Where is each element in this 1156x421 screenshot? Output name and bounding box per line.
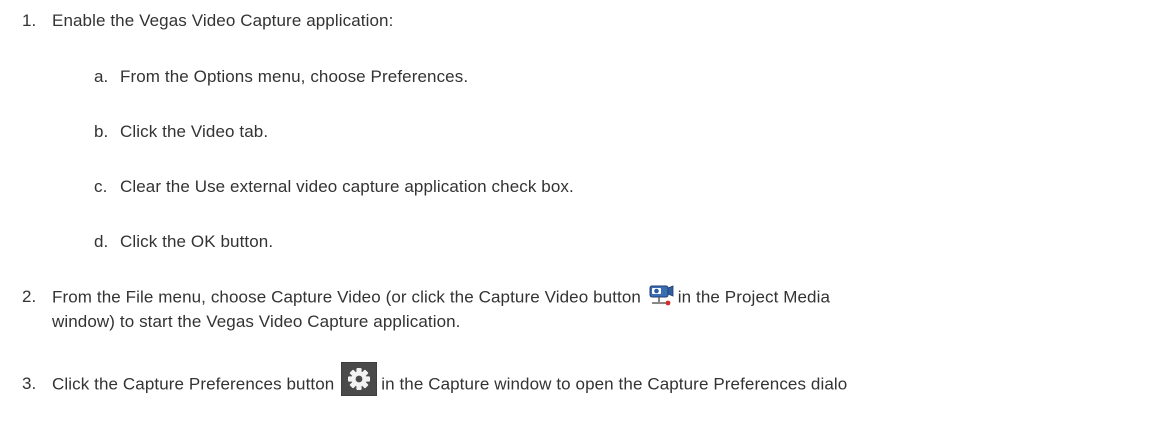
substep-letter: d.: [94, 232, 109, 251]
substep-b: b. Click the Video tab.: [94, 121, 268, 143]
step-number: 1.: [22, 11, 37, 30]
substep-letter: c.: [94, 177, 108, 196]
capture-video-camera-icon: [648, 283, 674, 307]
step-text: Enable the Vegas Video Capture applicati…: [52, 11, 394, 30]
substep-c: c. Clear the Use external video capture a…: [94, 176, 574, 198]
substep-letter: a.: [94, 67, 109, 86]
substep-text: Click the OK button.: [120, 232, 274, 251]
substep-text: From the Options menu, choose Preference…: [120, 67, 469, 86]
step-number: 2.: [22, 287, 37, 307]
substep-a: a. From the Options menu, choose Preferen…: [94, 66, 468, 88]
step-text-before-icon: Click the Capture Preferences button: [52, 374, 335, 394]
substep-d: d. Click the OK button.: [94, 231, 273, 253]
step-number: 3.: [22, 374, 37, 394]
substep-letter: b.: [94, 122, 109, 141]
step-2: 2. From the File menu, choose Capture Vid…: [22, 283, 831, 310]
step-1: 1. Enable the Vegas Video Capture applica…: [22, 10, 393, 32]
substep-text: Click the Video tab.: [120, 122, 269, 141]
step-3: 3. Click the Capture Preferences button i…: [22, 361, 848, 402]
step-2-continuation: window) to start the Vegas Video Capture…: [52, 311, 461, 333]
step-text-after-icon: in the Project Media: [677, 287, 831, 307]
substep-text: Clear the Use external video capture app…: [120, 177, 574, 196]
step-text-after-icon: in the Capture window to open the Captur…: [381, 374, 848, 394]
step-text-before-icon: From the File menu, choose Capture Video…: [52, 287, 641, 307]
capture-preferences-gear-icon: [340, 361, 378, 397]
step-text-continuation: window) to start the Vegas Video Capture…: [52, 312, 461, 331]
